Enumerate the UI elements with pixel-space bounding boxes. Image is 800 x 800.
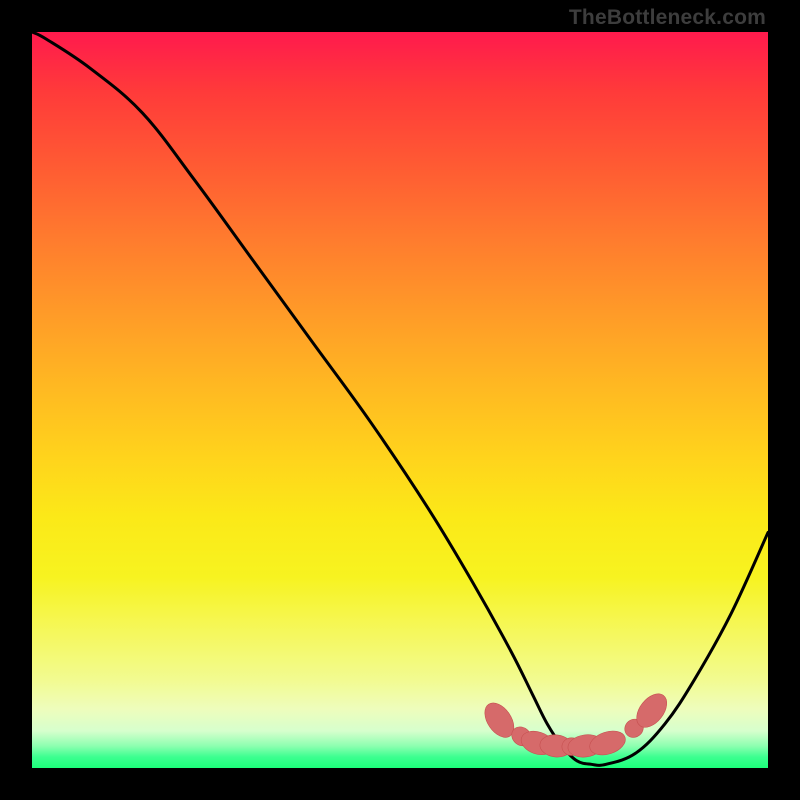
data-marker bbox=[518, 727, 557, 758]
markers-group bbox=[479, 688, 673, 759]
data-marker bbox=[587, 727, 629, 759]
bottleneck-curve bbox=[32, 32, 768, 765]
watermark-text: TheBottleneck.com bbox=[569, 6, 766, 30]
data-marker bbox=[631, 688, 673, 733]
plot-area bbox=[32, 32, 768, 768]
data-marker bbox=[508, 723, 535, 750]
data-marker bbox=[479, 698, 520, 743]
data-marker bbox=[621, 715, 647, 741]
curve-layer bbox=[32, 32, 768, 768]
data-marker bbox=[539, 733, 574, 758]
chart-container: TheBottleneck.com bbox=[0, 0, 800, 800]
data-marker bbox=[562, 738, 581, 756]
data-marker bbox=[566, 733, 604, 760]
